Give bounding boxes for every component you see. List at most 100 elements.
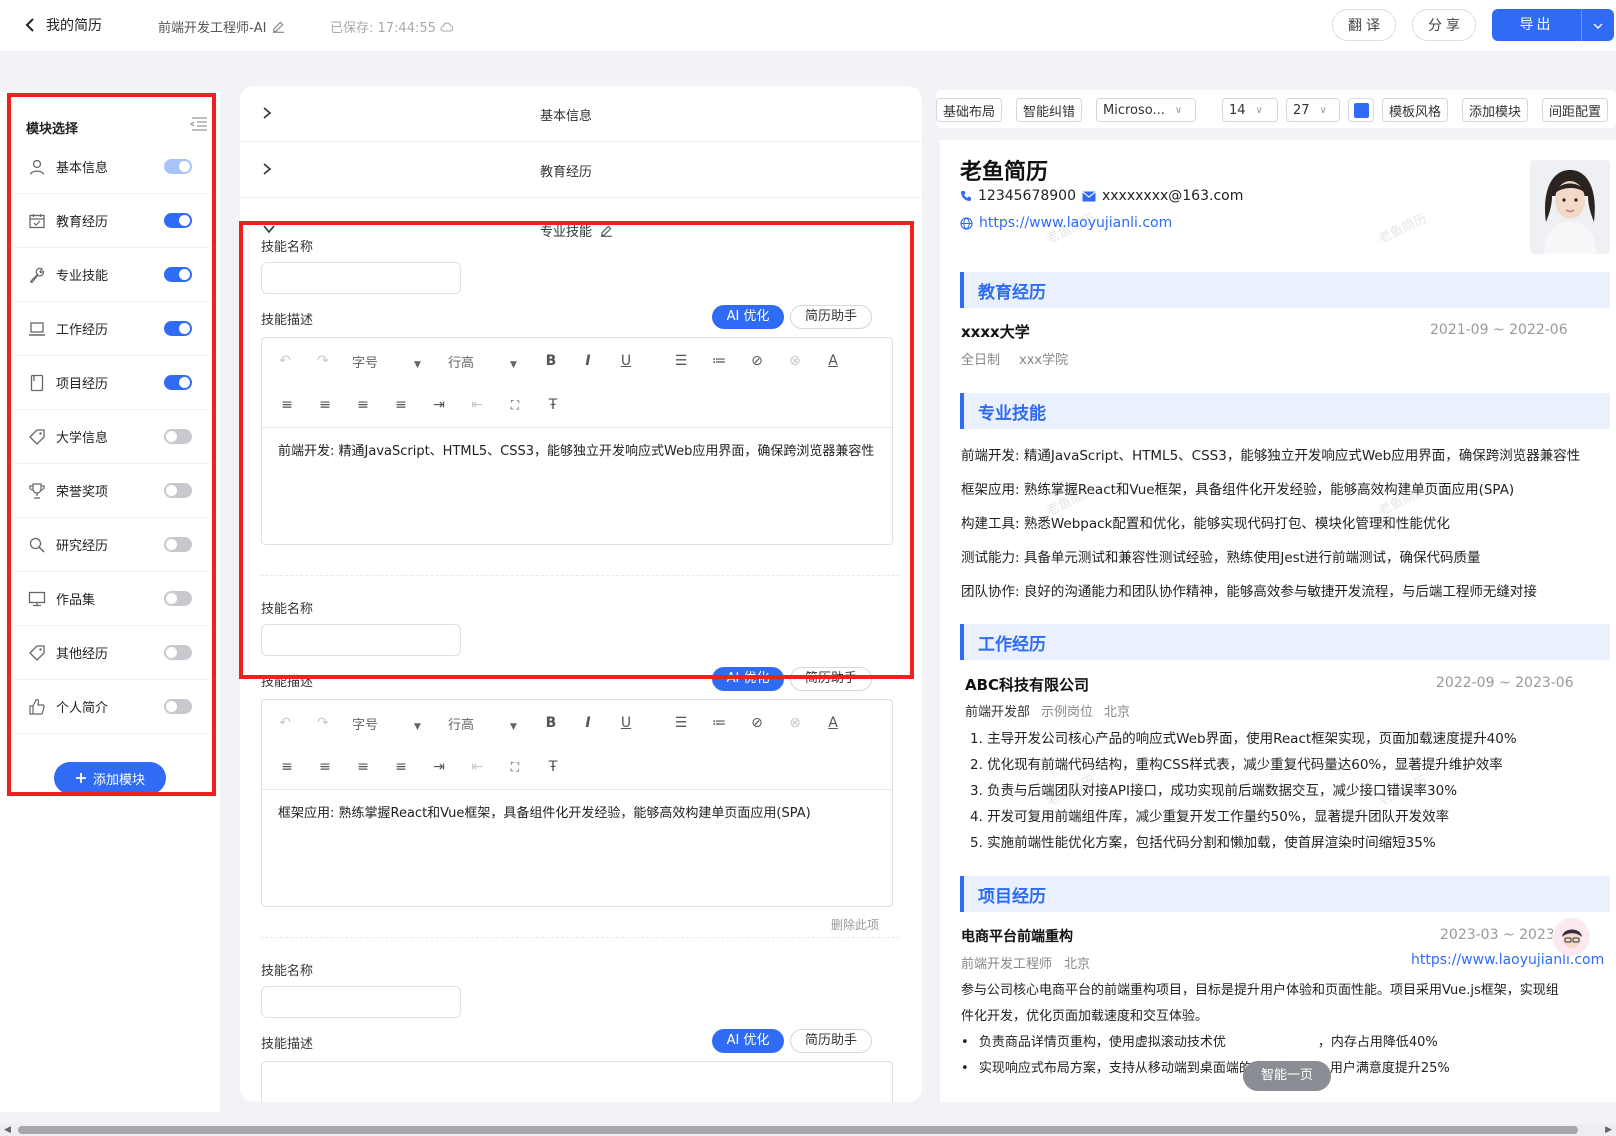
undo-icon[interactable]: ↶ (276, 714, 294, 732)
bold-icon[interactable]: B (542, 714, 560, 732)
link-icon[interactable]: ⊘ (748, 714, 766, 732)
line-height-select[interactable]: 行高 ▼ (448, 714, 517, 733)
resume-helper-button[interactable]: 简历助手 (790, 1029, 872, 1053)
module-item-work[interactable]: 工作经历 (14, 302, 210, 356)
module-item-university[interactable]: 大学信息 (14, 410, 210, 464)
font-color-icon[interactable]: A (824, 352, 842, 370)
resume-helper-button[interactable]: 简历助手 (790, 667, 872, 691)
skill-name-input[interactable] (261, 262, 461, 294)
module-item-skills[interactable]: 专业技能 (14, 248, 210, 302)
unlink-icon[interactable]: ⊗ (786, 714, 804, 732)
module-item-profile[interactable]: 个人简介 (14, 680, 210, 734)
module-item-project[interactable]: 项目经历 (14, 356, 210, 410)
ai-optimize-button[interactable]: AI 优化 (712, 1029, 784, 1053)
section-skills[interactable]: 专业技能 (240, 198, 922, 254)
back-button[interactable]: 我的简历 (24, 15, 102, 35)
module-toggle[interactable] (164, 483, 192, 498)
spellcheck-button[interactable]: 智能纠错 (1016, 98, 1083, 122)
font-family-select[interactable]: Microso... ∨ (1096, 98, 1196, 122)
translate-button[interactable]: 翻译 (1332, 9, 1396, 41)
collapse-menu-icon[interactable] (186, 116, 208, 132)
scrollbar-thumb[interactable] (18, 1126, 1578, 1134)
scroll-left-icon[interactable]: ◀ (4, 1125, 11, 1135)
resume-helper-button[interactable]: 简历助手 (790, 305, 872, 329)
spacing-config-button[interactable]: 间距配置 (1542, 98, 1609, 122)
clear-format-icon[interactable]: Ŧ (544, 758, 562, 776)
editor-content[interactable]: 框架应用: 熟练掌握React和Vue框架，具备组件化开发经验，能够高效构建单页… (278, 801, 878, 826)
redo-icon[interactable]: ↷ (314, 714, 332, 732)
ai-optimize-button[interactable]: AI 优化 (712, 305, 784, 329)
module-toggle[interactable] (164, 537, 192, 552)
clear-format-icon[interactable]: Ŧ (544, 396, 562, 414)
font-size-select[interactable]: 字号 ▼ (352, 352, 421, 371)
export-label[interactable]: 导出 (1492, 9, 1582, 41)
module-toggle[interactable] (164, 591, 192, 606)
module-item-portfolio[interactable]: 作品集 (14, 572, 210, 626)
module-item-education[interactable]: 教育经历 (14, 194, 210, 248)
assistant-avatar[interactable] (1552, 918, 1590, 956)
align-left-icon[interactable]: ≡ (278, 758, 296, 776)
ai-optimize-button[interactable]: AI 优化 (712, 667, 784, 691)
outdent-icon[interactable]: ⇤ (468, 758, 486, 776)
layout-button[interactable]: 基础布局 (936, 98, 1003, 122)
line-spacing-select[interactable]: 27 ∨ (1286, 98, 1340, 122)
rich-text-editor[interactable] (261, 1061, 893, 1102)
align-justify-icon[interactable]: ≡ (392, 396, 410, 414)
module-toggle[interactable] (164, 321, 192, 336)
editor-content[interactable]: 前端开发: 精通JavaScript、HTML5、CSS3，能够独立开发响应式W… (278, 439, 878, 464)
align-right-icon[interactable]: ≡ (354, 396, 372, 414)
module-toggle[interactable] (164, 645, 192, 660)
edit-icon[interactable] (600, 224, 613, 237)
redo-icon[interactable]: ↷ (314, 352, 332, 370)
skill-name-input[interactable] (261, 624, 461, 656)
bold-icon[interactable]: B (542, 352, 560, 370)
module-item-research[interactable]: 研究经历 (14, 518, 210, 572)
add-module-button[interactable]: 添加模块 (54, 762, 166, 794)
module-item-awards[interactable]: 荣誉奖项 (14, 464, 210, 518)
undo-icon[interactable]: ↶ (276, 352, 294, 370)
align-right-icon[interactable]: ≡ (354, 758, 372, 776)
link-icon[interactable]: ⊘ (748, 352, 766, 370)
underline-icon[interactable]: U (617, 352, 635, 370)
module-toggle[interactable] (164, 267, 192, 282)
section-education[interactable]: 教育经历 (240, 142, 922, 198)
section-basic-info[interactable]: 基本信息 (240, 86, 922, 142)
export-button[interactable]: 导出 (1492, 9, 1614, 41)
indent-icon[interactable]: ⇥ (430, 396, 448, 414)
italic-icon[interactable]: I (579, 714, 597, 732)
resume-title[interactable]: 前端开发工程师-AI (158, 17, 285, 36)
template-style-button[interactable]: 模板风格 (1382, 98, 1449, 122)
smart-one-page-button[interactable]: 智能一页 (1243, 1061, 1331, 1091)
module-toggle[interactable] (164, 375, 192, 390)
module-toggle[interactable] (164, 213, 192, 228)
delete-item-link[interactable]: 删除此项 (831, 916, 879, 933)
horizontal-scrollbar[interactable]: ◀ ▶ (0, 1124, 1616, 1136)
add-module-toolbar-button[interactable]: 添加模块 (1462, 98, 1529, 122)
profile-photo[interactable] (1530, 160, 1610, 254)
module-toggle[interactable] (164, 159, 192, 174)
font-color-icon[interactable]: A (824, 714, 842, 732)
numbered-list-icon[interactable]: ≔ (710, 352, 728, 370)
align-left-icon[interactable]: ≡ (278, 396, 296, 414)
edit-icon[interactable] (272, 20, 285, 33)
align-center-icon[interactable]: ≡ (316, 758, 334, 776)
underline-icon[interactable]: U (617, 714, 635, 732)
fullscreen-icon[interactable]: ⛶ (506, 758, 524, 776)
module-toggle[interactable] (164, 429, 192, 444)
bullet-list-icon[interactable]: ☰ (672, 714, 690, 732)
font-size-select[interactable]: 字号 ▼ (352, 714, 421, 733)
share-button[interactable]: 分享 (1412, 9, 1476, 41)
bullet-list-icon[interactable]: ☰ (672, 352, 690, 370)
module-toggle[interactable] (164, 699, 192, 714)
italic-icon[interactable]: I (579, 352, 597, 370)
outdent-icon[interactable]: ⇤ (468, 396, 486, 414)
skill-name-input[interactable] (261, 986, 461, 1018)
rich-text-editor[interactable]: ↶ ↷ 字号 ▼ 行高 ▼ B I U ☰ ≔ ⊘ ⊗ A ≡ ≡ ≡ ≡ ⇥ ⇤ … (261, 699, 893, 907)
theme-color-picker[interactable] (1348, 98, 1374, 122)
rich-text-editor[interactable]: ↶ ↷ 字号 ▼ 行高 ▼ B I U ☰ ≔ ⊘ ⊗ A ≡ ≡ ≡ ≡ ⇥ ⇤ … (261, 337, 893, 545)
font-size-select[interactable]: 14 ∨ (1222, 98, 1278, 122)
fullscreen-icon[interactable]: ⛶ (506, 396, 524, 414)
resume-website-text[interactable]: https://www.laoyujianli.com (979, 215, 1172, 231)
align-center-icon[interactable]: ≡ (316, 396, 334, 414)
numbered-list-icon[interactable]: ≔ (710, 714, 728, 732)
